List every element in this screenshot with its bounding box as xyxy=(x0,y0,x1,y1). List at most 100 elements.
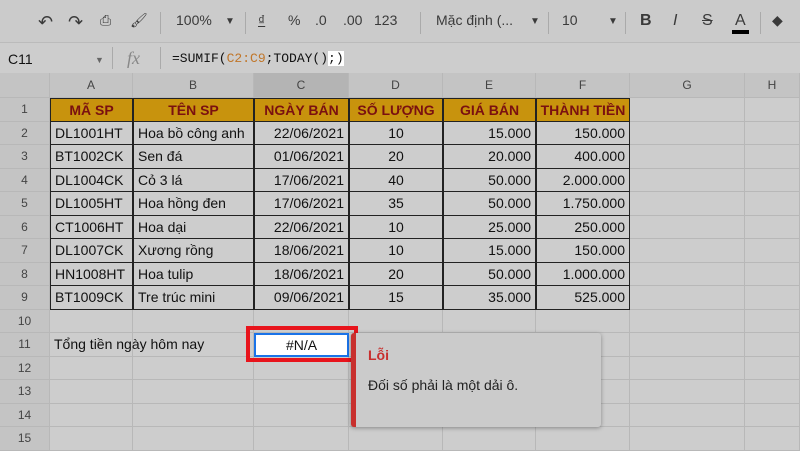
table-cell[interactable]: 35 xyxy=(349,192,443,216)
row-header-11[interactable]: 11 xyxy=(0,333,50,357)
cell[interactable] xyxy=(50,427,133,451)
row-header-1[interactable]: 1 xyxy=(0,98,50,122)
row-header-12[interactable]: 12 xyxy=(0,356,50,380)
row-header-13[interactable]: 13 xyxy=(0,380,50,404)
table-cell[interactable]: 400.000 xyxy=(536,145,630,169)
table-cell[interactable]: 01/06/2021 xyxy=(254,145,349,169)
percent-button[interactable]: % xyxy=(288,12,300,28)
table-cell[interactable]: 18/06/2021 xyxy=(254,239,349,263)
table-cell[interactable]: 150.000 xyxy=(536,239,630,263)
cell[interactable] xyxy=(133,427,254,451)
table-cell[interactable]: 2.000.000 xyxy=(536,168,630,192)
cell[interactable] xyxy=(536,309,630,333)
cell[interactable] xyxy=(254,403,349,427)
italic-button[interactable]: I xyxy=(673,12,677,30)
cell[interactable] xyxy=(133,356,254,380)
cell[interactable] xyxy=(133,380,254,404)
cell[interactable] xyxy=(745,309,800,333)
table-cell[interactable]: 15.000 xyxy=(443,239,536,263)
row-header-5[interactable]: 5 xyxy=(0,192,50,216)
cell[interactable] xyxy=(630,380,745,404)
text-color-button[interactable]: A xyxy=(732,12,749,34)
table-cell[interactable]: DL1004CK xyxy=(50,168,133,192)
name-box[interactable]: C11 xyxy=(8,51,33,67)
table-cell[interactable]: 50.000 xyxy=(443,192,536,216)
row-header-15[interactable]: 15 xyxy=(0,427,50,451)
cell[interactable] xyxy=(50,403,133,427)
table-cell[interactable]: Cỏ 3 lá xyxy=(133,168,254,192)
column-header-D[interactable]: D xyxy=(349,73,443,98)
table-cell[interactable]: Hoa dại xyxy=(133,215,254,239)
more-formats-button[interactable]: 123 xyxy=(374,12,397,28)
table-cell[interactable]: 17/06/2021 xyxy=(254,168,349,192)
row-header-8[interactable]: 8 xyxy=(0,262,50,286)
column-header-E[interactable]: E xyxy=(443,73,536,98)
cell[interactable] xyxy=(254,427,349,451)
cell[interactable] xyxy=(630,309,745,333)
row-header-10[interactable]: 10 xyxy=(0,309,50,333)
table-cell[interactable]: 10 xyxy=(349,239,443,263)
table-cell[interactable]: Hoa hồng đen xyxy=(133,192,254,216)
row-header-9[interactable]: 9 xyxy=(0,286,50,310)
table-cell[interactable]: Tre trúc mini xyxy=(133,286,254,310)
cell[interactable] xyxy=(745,168,800,192)
table-cell[interactable]: 1.000.000 xyxy=(536,262,630,286)
table-cell[interactable]: DL1005HT xyxy=(50,192,133,216)
cell[interactable] xyxy=(630,403,745,427)
corner-cell[interactable] xyxy=(0,73,50,98)
row-header-3[interactable]: 3 xyxy=(0,145,50,169)
row-header-2[interactable]: 2 xyxy=(0,121,50,145)
table-header-cell[interactable]: GIÁ BÁN xyxy=(443,98,536,122)
cell[interactable] xyxy=(745,262,800,286)
table-cell[interactable]: Hoa bồ công anh xyxy=(133,121,254,145)
cell[interactable] xyxy=(349,427,443,451)
paint-format-icon[interactable]: 🖌 xyxy=(130,12,148,29)
table-header-cell[interactable]: SỐ LƯỢNG xyxy=(349,98,443,122)
table-header-cell[interactable]: MÃ SP xyxy=(50,98,133,122)
table-cell[interactable]: 1.750.000 xyxy=(536,192,630,216)
increase-decimal-button[interactable]: .00 xyxy=(343,12,362,28)
table-cell[interactable]: 22/06/2021 xyxy=(254,121,349,145)
table-cell[interactable]: 18/06/2021 xyxy=(254,262,349,286)
cell[interactable] xyxy=(745,427,800,451)
table-header-cell[interactable]: NGÀY BÁN xyxy=(254,98,349,122)
table-cell[interactable]: DL1001HT xyxy=(50,121,133,145)
undo-icon[interactable]: ↶ xyxy=(38,12,53,33)
table-cell[interactable]: 15.000 xyxy=(443,121,536,145)
column-header-A[interactable]: A xyxy=(50,73,133,98)
currency-button[interactable]: ₫ xyxy=(258,12,265,28)
cell[interactable] xyxy=(133,309,254,333)
strikethrough-button[interactable]: S xyxy=(702,12,713,30)
cell[interactable] xyxy=(254,380,349,404)
table-cell[interactable]: 525.000 xyxy=(536,286,630,310)
row-header-14[interactable]: 14 xyxy=(0,403,50,427)
row-header-7[interactable]: 7 xyxy=(0,239,50,263)
bold-button[interactable]: B xyxy=(640,12,652,30)
cell[interactable] xyxy=(745,239,800,263)
cell[interactable] xyxy=(630,145,745,169)
table-cell[interactable]: 50.000 xyxy=(443,262,536,286)
cell[interactable] xyxy=(443,309,536,333)
table-cell[interactable]: 25.000 xyxy=(443,215,536,239)
column-header-G[interactable]: G xyxy=(630,73,745,98)
cell[interactable] xyxy=(50,356,133,380)
cell[interactable] xyxy=(745,121,800,145)
total-label-cell[interactable]: Tổng tiền ngày hôm nay xyxy=(50,333,204,357)
column-header-F[interactable]: F xyxy=(536,73,630,98)
table-cell[interactable]: 15 xyxy=(349,286,443,310)
table-cell[interactable]: 20.000 xyxy=(443,145,536,169)
cell[interactable] xyxy=(630,98,745,122)
cell[interactable] xyxy=(745,192,800,216)
cell[interactable] xyxy=(630,192,745,216)
cell[interactable] xyxy=(630,427,745,451)
formula-input[interactable]: =SUMIF(C2:C9;TODAY();) xyxy=(172,51,344,66)
cell[interactable] xyxy=(50,309,133,333)
cell[interactable] xyxy=(536,427,630,451)
zoom-select[interactable]: 100% xyxy=(176,12,212,28)
cell[interactable] xyxy=(443,427,536,451)
table-cell[interactable]: 35.000 xyxy=(443,286,536,310)
table-cell[interactable]: Sen đá xyxy=(133,145,254,169)
table-cell[interactable]: 40 xyxy=(349,168,443,192)
cell[interactable] xyxy=(745,356,800,380)
decrease-decimal-button[interactable]: .0 xyxy=(315,12,327,28)
